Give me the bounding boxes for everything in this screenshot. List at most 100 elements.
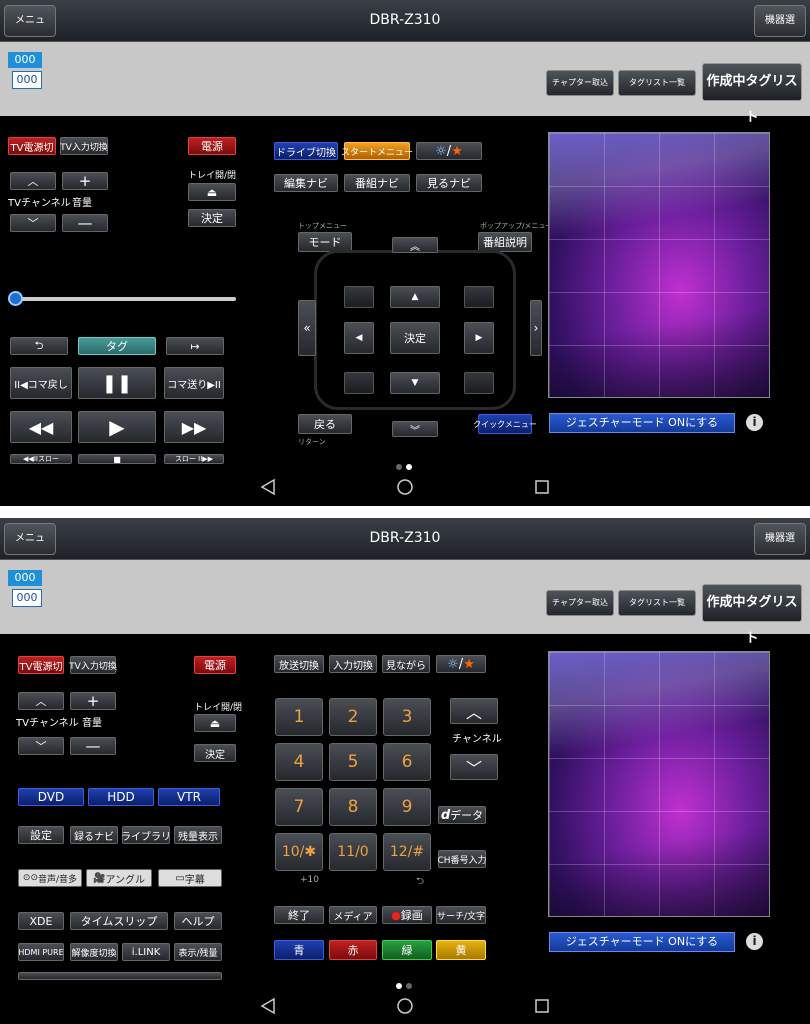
- page-right-button[interactable]: ›: [530, 300, 542, 356]
- taglist-button[interactable]: タグリスト一覧: [618, 590, 696, 616]
- dpad-up-right[interactable]: [464, 286, 494, 308]
- broadcast-switch-button[interactable]: 放送切換: [274, 655, 324, 673]
- num-12-button[interactable]: 12/#: [383, 833, 431, 871]
- enter-button[interactable]: 決定: [188, 209, 236, 227]
- slow-forward-button[interactable]: スロー II▶▶: [164, 454, 224, 464]
- frame-forward-button[interactable]: コマ送り▶II: [164, 367, 224, 399]
- tv-channel-up-button[interactable]: ︿: [18, 692, 64, 710]
- making-taglist-button[interactable]: 作成中タグリスト: [702, 584, 802, 646]
- input-switch-button[interactable]: 入力切換: [329, 655, 377, 673]
- media-button[interactable]: メディア: [329, 906, 377, 924]
- tv-channel-down-button[interactable]: ﹀: [18, 737, 64, 755]
- start-menu-button[interactable]: スタートメニュー: [341, 142, 413, 160]
- dpad-down-left[interactable]: [344, 372, 374, 394]
- num-11-button[interactable]: 11/0: [329, 833, 377, 871]
- quick-menu-button[interactable]: クイックメニュー: [473, 414, 537, 434]
- eject-button[interactable]: ⏏: [188, 183, 236, 201]
- power-button[interactable]: 電源: [188, 137, 236, 155]
- gesture-mode-on-button[interactable]: ジェスチャーモード ONにする: [549, 932, 735, 952]
- chapter-import-button[interactable]: チャプター取込: [546, 590, 614, 616]
- volume-up-button[interactable]: +: [70, 692, 116, 710]
- back-nav-icon[interactable]: [260, 997, 275, 1015]
- channel-input[interactable]: 000: [12, 589, 42, 607]
- rewind-button[interactable]: ◀◀: [10, 411, 72, 443]
- program-navi-button[interactable]: 番組ナビ: [344, 174, 410, 192]
- volume-up-button[interactable]: +: [62, 172, 108, 190]
- tv-power-button[interactable]: TV電源切: [8, 137, 56, 155]
- frame-back-button[interactable]: II◀コマ戻し: [10, 367, 72, 399]
- recents-nav-icon[interactable]: [535, 999, 549, 1013]
- tv-power-button[interactable]: TV電源切: [18, 656, 64, 674]
- seek-slider[interactable]: [8, 291, 236, 306]
- resolution-button[interactable]: 解像度切換: [70, 943, 118, 961]
- data-button[interactable]: d データ: [438, 806, 486, 824]
- volume-down-button[interactable]: —: [70, 737, 116, 755]
- edit-navi-button[interactable]: 編集ナビ: [274, 174, 338, 192]
- slow-back-button[interactable]: ◀◀IIスロー: [10, 454, 72, 464]
- num-10-button[interactable]: 10/✱: [275, 833, 323, 871]
- volume-down-button[interactable]: —: [62, 214, 108, 232]
- dpad-left-button[interactable]: ◀: [344, 322, 374, 354]
- device-select-button[interactable]: 機器選択: [754, 5, 806, 56]
- display-remaining-button[interactable]: 表示/残量: [174, 943, 222, 961]
- yellow-button[interactable]: 黄: [436, 940, 486, 960]
- cut-off-button-row[interactable]: [18, 972, 222, 980]
- device-select-button[interactable]: 機器選択: [754, 523, 806, 574]
- fast-forward-button[interactable]: ▶▶: [164, 411, 224, 443]
- drive-switch-button[interactable]: ドライブ切換: [274, 142, 338, 160]
- num-1-button[interactable]: 1: [275, 698, 323, 736]
- rec-navi-button[interactable]: 録るナビ: [70, 826, 118, 844]
- num-6-button[interactable]: 6: [383, 743, 431, 781]
- num-4-button[interactable]: 4: [275, 743, 323, 781]
- info-icon[interactable]: i: [746, 933, 763, 950]
- making-taglist-button[interactable]: 作成中タグリスト: [702, 63, 802, 125]
- pause-button[interactable]: ❚❚: [78, 367, 156, 399]
- num-8-button[interactable]: 8: [329, 788, 377, 826]
- timeslip-button[interactable]: タイムスリップ: [70, 912, 168, 930]
- num-9-button[interactable]: 9: [383, 788, 431, 826]
- return-button[interactable]: ⮌: [10, 337, 68, 355]
- num-5-button[interactable]: 5: [329, 743, 377, 781]
- green-button[interactable]: 緑: [382, 940, 432, 960]
- num-7-button[interactable]: 7: [275, 788, 323, 826]
- library-button[interactable]: ライブラリ: [121, 826, 171, 844]
- angle-button[interactable]: 🎥 アングル: [86, 869, 152, 887]
- tv-input-button[interactable]: TV入力切換: [60, 137, 108, 155]
- enter-button[interactable]: 決定: [194, 744, 236, 762]
- end-button[interactable]: 終了: [274, 906, 324, 924]
- channel-up-button[interactable]: ︿: [450, 698, 498, 724]
- watch-navi-button[interactable]: 見るナビ: [416, 174, 482, 192]
- gesture-mode-on-button[interactable]: ジェスチャーモード ONにする: [549, 413, 735, 433]
- remaining-display-button[interactable]: 残量表示: [174, 826, 222, 844]
- channel-down-button[interactable]: ﹀: [450, 754, 498, 780]
- blue-button[interactable]: 青: [274, 940, 324, 960]
- tv-channel-down-button[interactable]: ﹀: [10, 214, 56, 232]
- dpad-enter-button[interactable]: 決定: [390, 322, 440, 354]
- audio-button[interactable]: ⊙⊙ 音声/音多: [18, 869, 82, 887]
- dpad-right-button[interactable]: ▶: [464, 322, 494, 354]
- dpad-up-button[interactable]: ▲: [390, 286, 440, 308]
- power-button[interactable]: 電源: [194, 656, 236, 674]
- slider-thumb[interactable]: [8, 291, 23, 306]
- xde-button[interactable]: XDE: [18, 912, 64, 930]
- record-button[interactable]: ● 録画: [382, 906, 432, 924]
- hdmi-pure-button[interactable]: HDMI PURE: [18, 943, 64, 961]
- tag-button[interactable]: タグ: [78, 337, 156, 355]
- page-left-button[interactable]: «: [298, 300, 316, 356]
- mode-button[interactable]: モード: [298, 232, 352, 252]
- subtitle-button[interactable]: ▭ 字幕: [158, 869, 222, 887]
- dpad-up-left[interactable]: [344, 286, 374, 308]
- hdd-button[interactable]: HDD: [88, 788, 154, 806]
- dpad-down-right[interactable]: [464, 372, 494, 394]
- brightness-favorite-button[interactable]: ☼ / ★: [416, 142, 482, 160]
- brightness-favorite-button[interactable]: ☼ / ★: [436, 655, 486, 673]
- home-nav-icon[interactable]: [397, 479, 413, 495]
- back-button[interactable]: 戻る: [298, 414, 352, 434]
- red-button[interactable]: 赤: [329, 940, 377, 960]
- ilink-button[interactable]: i.LINK: [122, 943, 170, 961]
- tv-input-button[interactable]: TV入力切換: [69, 656, 117, 674]
- recents-nav-icon[interactable]: [535, 480, 549, 494]
- stop-button[interactable]: ■: [78, 454, 156, 464]
- dpad-down-button[interactable]: ▼: [390, 372, 440, 394]
- gesture-pad[interactable]: [548, 651, 770, 917]
